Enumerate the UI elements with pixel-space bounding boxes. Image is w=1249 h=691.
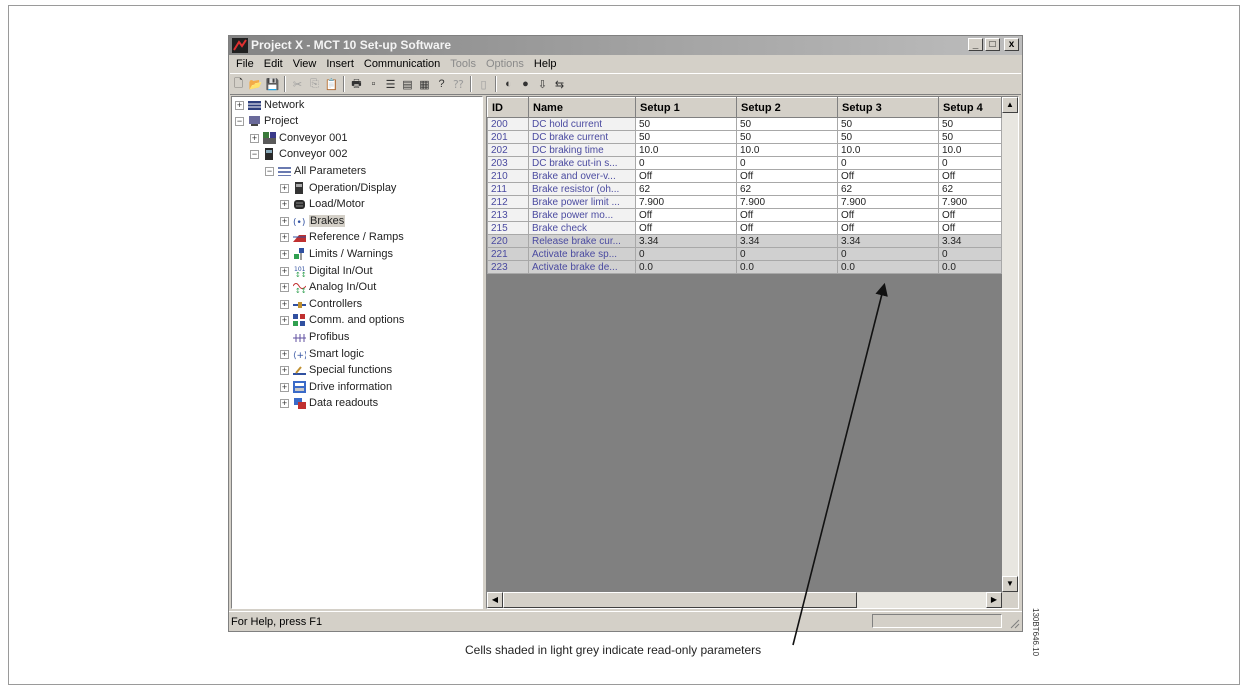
document-id: 130BT646.10 [1031,608,1040,657]
annotation-arrow [792,282,888,646]
annotation-caption: Cells shaded in light grey indicate read… [465,643,762,657]
